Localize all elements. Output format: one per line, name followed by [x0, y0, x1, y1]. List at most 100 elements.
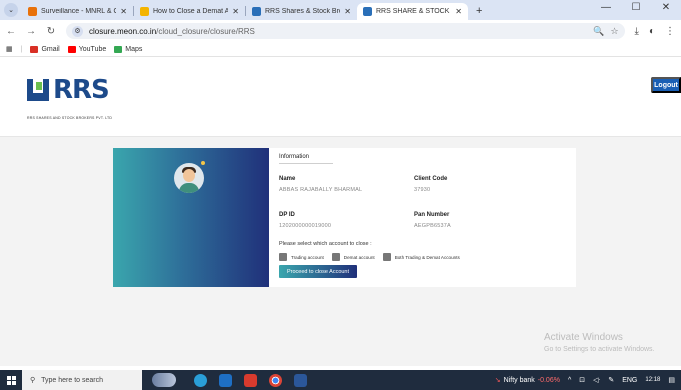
bookmark-label: Maps: [125, 45, 143, 53]
proceed-close-account-button[interactable]: Proceed to close Account: [279, 265, 357, 278]
start-button[interactable]: [0, 375, 22, 385]
maps-icon: [114, 45, 123, 53]
demat-account-label: Demat account: [343, 254, 375, 260]
tab-title: How to Close a Demat Account: [153, 8, 229, 15]
tab-favicon: [28, 7, 37, 16]
url-path: /cloud_closure/closure/RRS: [156, 26, 255, 36]
browser-tab-strip: ⌄ Surveillance - MNRL & Online ✕ How to …: [0, 0, 681, 20]
close-tab-icon[interactable]: ✕: [120, 7, 127, 16]
chrome-icon[interactable]: [269, 373, 282, 387]
extension-icon[interactable]: ◐: [649, 26, 655, 37]
search-icon: ⚲: [30, 377, 36, 384]
app-red-icon[interactable]: [244, 373, 257, 387]
gmail-icon: [30, 45, 39, 53]
logo-text: RRS: [53, 75, 110, 105]
activate-windows-watermark: Activate Windows Go to Settings to activ…: [544, 332, 655, 353]
menu-dots-icon[interactable]: ⋮: [665, 26, 675, 37]
bookmark-divider: |: [20, 45, 23, 53]
ticker-change: -0.06%: [537, 376, 560, 384]
bookmark-gmail[interactable]: Gmail: [30, 45, 60, 53]
back-arrow-icon[interactable]: ←: [6, 26, 16, 37]
window-controls: — ☐ ✕: [591, 2, 681, 13]
zoom-icon[interactable]: 🔍: [593, 26, 604, 37]
pan-label: Pan Number: [414, 212, 450, 218]
windows-taskbar: ⚲ Type here to search ↘ Nifty bank -0.06…: [0, 370, 681, 390]
bookmark-star-icon[interactable]: ☆: [610, 26, 618, 37]
dp-id-value: 1202000000019000: [279, 223, 332, 229]
closure-card: Information Name ABBAS RAJABALLY BHARMAL…: [113, 148, 576, 287]
ticker-name: Nifty bank: [503, 376, 535, 384]
system-tray: ↘ Nifty bank -0.06% ^ ⊡ ◁ᐧ ✎ ENG 12:18 ▤: [494, 376, 681, 385]
pan-field: Pan Number AEGPB6537A: [414, 212, 451, 229]
notifications-icon[interactable]: ▤: [668, 376, 675, 384]
volume-icon[interactable]: ◁ᐧ: [593, 376, 600, 384]
tab-title: Surveillance - MNRL & Online: [41, 8, 117, 15]
browser-tab-2[interactable]: How to Close a Demat Account ✕: [134, 3, 245, 20]
both-accounts-checkbox[interactable]: [382, 253, 391, 261]
bookmark-youtube[interactable]: YouTube: [67, 45, 107, 53]
address-bar[interactable]: ⚙ closure.meon.co.in/cloud_closure/closu…: [66, 23, 625, 39]
tab-favicon: [140, 7, 149, 16]
name-field: Name ABBAS RAJABALLY BHARMAL: [279, 176, 362, 193]
demat-account-checkbox[interactable]: [331, 253, 340, 261]
outlook-icon[interactable]: [219, 373, 232, 387]
maximize-icon[interactable]: ☐: [621, 2, 651, 13]
trading-account-checkbox[interactable]: [279, 253, 287, 261]
edge-icon[interactable]: [194, 373, 207, 387]
windows-logo-icon: [6, 375, 16, 385]
new-tab-icon[interactable]: +: [476, 5, 482, 17]
user-avatar-icon: [174, 163, 204, 193]
apps-grid-icon[interactable]: ▦: [6, 45, 13, 53]
tab-favicon: [252, 7, 261, 16]
logout-button[interactable]: Logout: [651, 77, 681, 93]
browser-tab-4[interactable]: RRS SHARE & STOCK BROKERS ✕: [357, 3, 468, 20]
pen-icon[interactable]: ✎: [608, 376, 614, 384]
dp-id-label: DP ID: [279, 212, 295, 218]
watermark-title: Activate Windows: [544, 332, 623, 343]
clock[interactable]: 12:18: [645, 376, 660, 384]
tray-chevron-icon[interactable]: ^: [568, 377, 571, 384]
pan-value: AEGPB6537A: [414, 223, 451, 229]
close-tab-icon[interactable]: ✕: [455, 7, 462, 16]
client-code-field: Client Code 37930: [414, 176, 447, 193]
name-label: Name: [279, 176, 296, 182]
bookmark-maps[interactable]: Maps: [114, 45, 143, 53]
tab-title: RRS Shares & Stock Brokers Pvt: [265, 8, 340, 15]
client-code-label: Client Code: [414, 176, 448, 182]
reload-icon[interactable]: ↻: [46, 26, 56, 37]
close-window-icon[interactable]: ✕: [651, 2, 681, 13]
close-tab-icon[interactable]: ✕: [232, 7, 239, 16]
network-icon[interactable]: ⊡: [579, 376, 585, 384]
tab-favicon: [363, 7, 372, 16]
forward-arrow-icon[interactable]: →: [26, 26, 36, 37]
url-host: closure.meon.co.in: [89, 26, 157, 36]
site-info-icon[interactable]: ⚙: [72, 25, 83, 37]
sparkle-icon: [201, 161, 205, 165]
bookmark-label: Gmail: [41, 45, 60, 53]
taskbar-search[interactable]: ⚲ Type here to search: [22, 370, 142, 390]
page-content: RRS RRS SHARES AND STOCK BROKERS PVT. LT…: [0, 58, 681, 366]
close-tab-icon[interactable]: ✕: [344, 7, 351, 16]
logo-mark-icon: [27, 79, 49, 101]
stock-ticker[interactable]: ↘ Nifty bank -0.06%: [494, 376, 560, 385]
card-banner: [113, 148, 269, 287]
search-placeholder: Type here to search: [41, 376, 104, 384]
browser-tab-1[interactable]: Surveillance - MNRL & Online ✕: [22, 3, 133, 20]
language-indicator[interactable]: ENG: [622, 377, 637, 384]
minimize-icon[interactable]: —: [591, 2, 621, 13]
bookmarks-bar: ▦ | Gmail YouTube Maps: [0, 42, 681, 57]
word-icon[interactable]: [294, 373, 307, 387]
browser-toolbar: ← → ↻ ⚙ closure.meon.co.in/cloud_closure…: [0, 20, 681, 42]
name-value: ABBAS RAJABALLY BHARMAL: [279, 187, 363, 193]
site-header: RRS RRS SHARES AND STOCK BROKERS PVT. LT…: [0, 58, 681, 137]
watermark-subtitle: Go to Settings to activate Windows.: [544, 346, 655, 353]
client-code-value: 37930: [414, 187, 431, 193]
trading-account-label: Trading account: [291, 254, 324, 260]
bookmark-label: YouTube: [78, 45, 107, 53]
dp-id-field: DP ID 1202000000019000: [279, 212, 331, 229]
browser-tab-3[interactable]: RRS Shares & Stock Brokers Pvt ✕: [246, 3, 357, 20]
tab-search-icon[interactable]: ⌄: [4, 3, 18, 17]
trend-down-icon: ↘: [494, 377, 501, 384]
download-icon[interactable]: ⤓: [635, 26, 639, 37]
news-widget-icon[interactable]: [152, 373, 176, 387]
